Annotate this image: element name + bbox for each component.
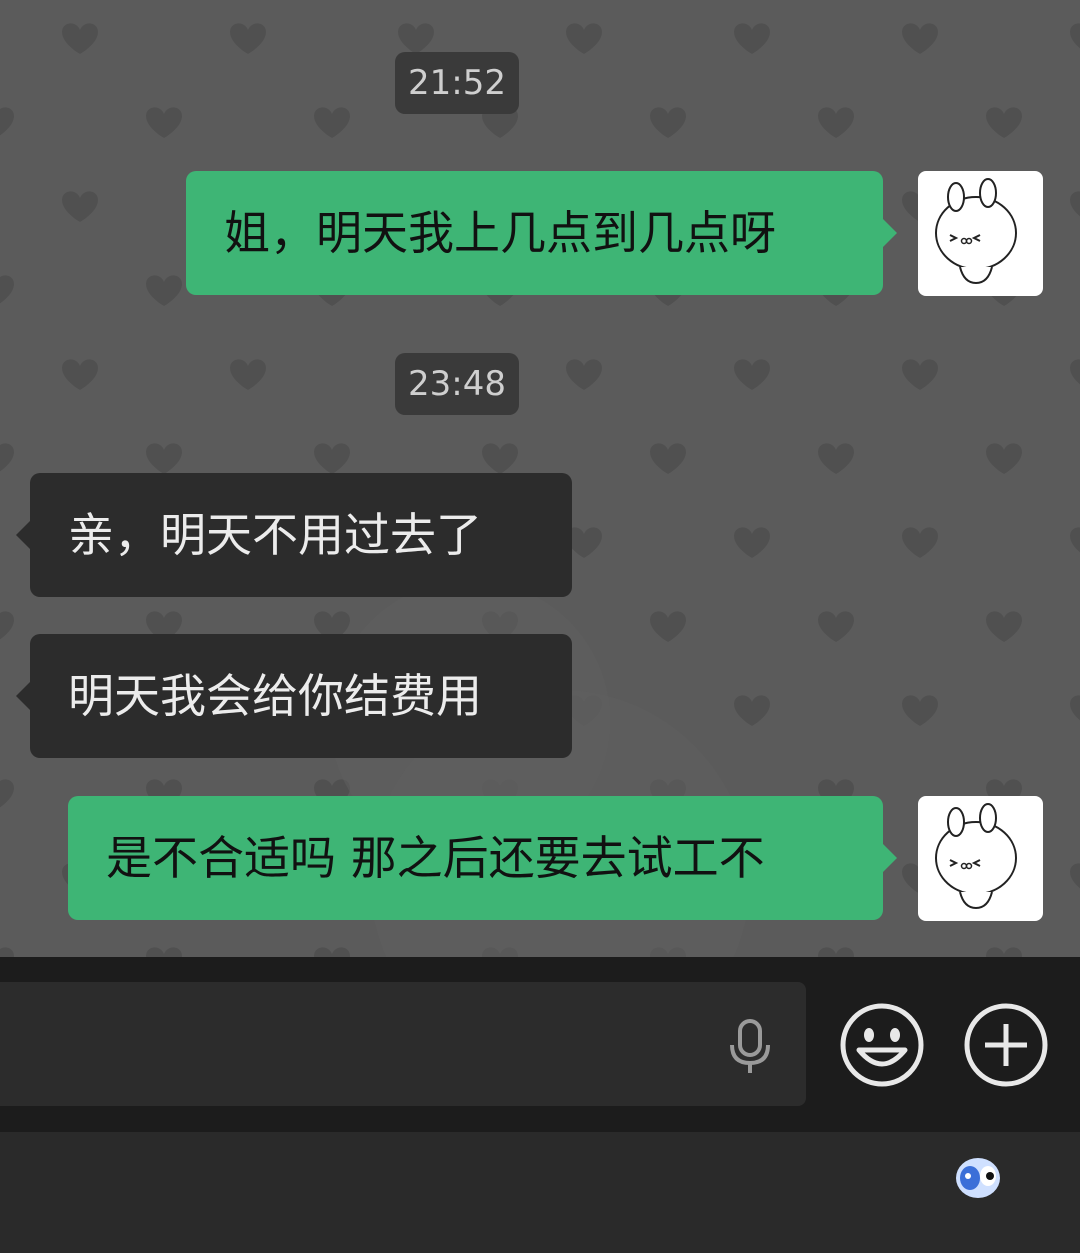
bunny-avatar-icon xyxy=(935,803,1017,910)
plus-icon[interactable] xyxy=(963,1002,1049,1088)
timestamp: 23:48 xyxy=(395,353,519,415)
chat-area: 21:52 姐，明天我上几点到几点呀 23:48 亲，明天不用过去了 明天我会给… xyxy=(0,0,1080,957)
avatar[interactable] xyxy=(918,171,1043,296)
input-bar xyxy=(0,957,1080,1132)
timestamp: 21:52 xyxy=(395,52,519,114)
assistant-bird-icon[interactable] xyxy=(952,1152,1004,1202)
bunny-avatar-icon xyxy=(935,178,1017,285)
message-bubble-incoming[interactable]: 亲，明天不用过去了 xyxy=(16,473,572,597)
microphone-icon[interactable] xyxy=(726,1017,774,1077)
keyboard-area xyxy=(0,1132,1080,1253)
message-input[interactable] xyxy=(0,982,806,1106)
message-bubble-outgoing[interactable]: 是不合适吗 那之后还要去试工不 xyxy=(68,796,897,920)
emoji-icon[interactable] xyxy=(839,1002,925,1088)
message-bubble-incoming[interactable]: 明天我会给你结费用 xyxy=(16,634,572,758)
message-bubble-outgoing[interactable]: 姐，明天我上几点到几点呀 xyxy=(186,171,897,295)
avatar[interactable] xyxy=(918,796,1043,921)
